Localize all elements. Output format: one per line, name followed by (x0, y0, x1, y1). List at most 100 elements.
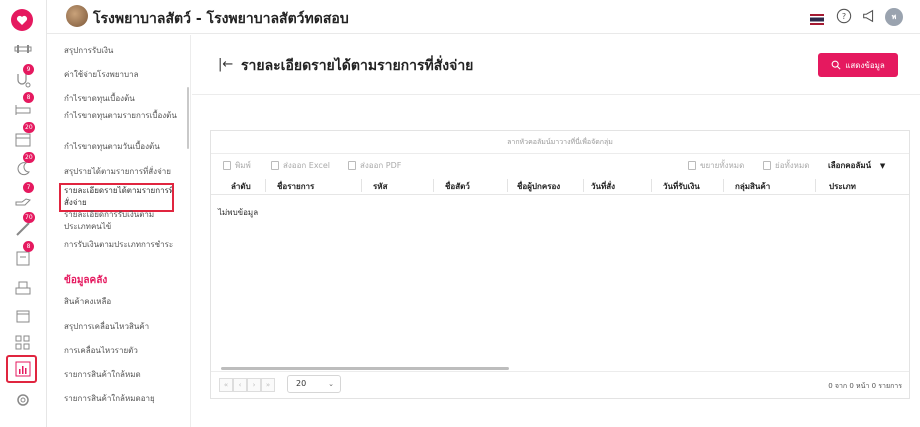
grid-header-row: ลำดับ ชื่อรายการ รหัส ชื่อสัตว์ ชื่อผู้ป… (211, 176, 909, 195)
subnav-item[interactable]: สรุปการรับเงิน (64, 45, 179, 57)
print-button[interactable]: พิมพ์ (223, 159, 251, 172)
page-size-select[interactable]: 20 ⌄ (287, 375, 341, 393)
user-avatar[interactable]: พ (885, 8, 903, 26)
thai-flag-icon[interactable] (810, 10, 824, 25)
column-header[interactable]: ชื่อสัตว์ (445, 180, 470, 193)
bed-icon[interactable]: 8 (12, 92, 34, 120)
column-separator[interactable] (507, 179, 508, 192)
column-header[interactable]: รหัส (373, 180, 387, 193)
help-icon[interactable]: ? (835, 7, 853, 25)
caret-down-icon: ▼ (879, 162, 886, 170)
grid-toolbar: พิมพ์ ส่งออก Excel ส่งออก PDF ขยายทั้งหม… (211, 154, 909, 176)
box-icon[interactable] (12, 304, 34, 326)
column-header[interactable]: ลำดับ (231, 180, 251, 193)
expand-all-label: ขยายทั้งหมด (700, 161, 745, 170)
column-separator[interactable] (265, 179, 266, 192)
collapse-all-button[interactable]: ย่อทั้งหมด (763, 159, 809, 172)
megaphone-icon[interactable] (860, 7, 878, 25)
export-excel-label: ส่งออก Excel (283, 161, 330, 170)
hand-icon[interactable]: 7 (12, 182, 34, 210)
syringe-icon[interactable]: 70 (12, 212, 35, 240)
gear-icon[interactable] (12, 389, 34, 411)
export-pdf-button[interactable]: ส่งออก PDF (348, 159, 401, 172)
subnav-item[interactable]: การเคลื่อนไหวรายตัว (64, 345, 179, 357)
badge: 20 (23, 152, 35, 163)
subnav-item[interactable]: สรุปการเคลื่อนไหวสินค้า (64, 321, 179, 333)
calendar-icon[interactable]: 20 (12, 122, 35, 150)
icon-rail: 9 8 20 20 7 70 8 (0, 0, 47, 427)
column-header[interactable]: ชื่อรายการ (277, 180, 314, 193)
subnav-item[interactable]: การรับเงินตามประเภทการชำระ (64, 239, 179, 251)
subnav-item[interactable]: สรุปรายได้ตามรายการที่สั่งจ่าย (64, 166, 179, 178)
show-data-button[interactable]: แสดงข้อมูล (818, 53, 898, 77)
column-header[interactable]: ประเภท (829, 180, 856, 193)
subnav-item[interactable]: รายการสินค้าใกล้หมดอายุ (64, 393, 179, 405)
subnav-item[interactable]: กำไรขาดทุนตามรายการเบื้องต้น (64, 110, 179, 122)
pos-icon[interactable] (12, 277, 34, 299)
last-page-button[interactable]: » (261, 378, 275, 392)
subnav-scrollbar[interactable] (187, 87, 189, 149)
app-logo-icon[interactable] (11, 9, 33, 31)
column-separator[interactable] (433, 179, 434, 192)
next-page-button[interactable]: › (247, 378, 261, 392)
cash-register-icon[interactable]: 8 (12, 241, 34, 269)
bar-chart-icon[interactable] (12, 358, 34, 380)
column-header[interactable]: กลุ่มสินค้า (735, 180, 770, 193)
dumbbell-icon[interactable] (12, 38, 34, 60)
column-separator[interactable] (815, 179, 816, 192)
export-pdf-label: ส่งออก PDF (360, 161, 402, 170)
horizontal-scrollbar[interactable] (221, 367, 509, 370)
badge: 9 (23, 64, 34, 75)
divider (192, 94, 920, 95)
page-info: 0 จาก 0 หน้า 0 รายการ (828, 382, 902, 390)
badge: 7 (23, 182, 34, 193)
choose-columns-label: เลือกคอลัมน์ (828, 161, 872, 170)
badge: 70 (23, 212, 35, 223)
badge: 8 (23, 92, 34, 103)
column-separator[interactable] (723, 179, 724, 192)
subnav-item[interactable]: รายการสินค้าใกล้หมด (64, 369, 179, 381)
subnav-item[interactable]: กำไรขาดทุนเบื้องต้น (64, 93, 179, 105)
first-page-button[interactable]: « (219, 378, 233, 392)
chevron-down-icon: ⌄ (328, 380, 334, 388)
section-heading: ข้อมูลคลัง (64, 275, 108, 286)
back-arrow-icon[interactable]: |← (218, 57, 233, 72)
top-bar: โรงพยาบาลสัตว์ - โรงพยาบาลสัตว์ทดสอบ ? พ (47, 0, 920, 34)
column-separator[interactable] (651, 179, 652, 192)
group-panel[interactable]: ลากหัวคอลัมน์มาวางที่นี่เพื่อจัดกลุ่ม (211, 131, 909, 154)
collapse-icon (763, 161, 771, 170)
prev-page-button[interactable]: ‹ (233, 378, 247, 392)
main-content: |← รายละเอียดรายได้ตามรายการที่สั่งจ่าย … (192, 35, 920, 427)
print-label: พิมพ์ (235, 161, 251, 170)
pdf-icon (348, 161, 356, 170)
column-header[interactable]: วันที่รับเงิน (663, 180, 700, 193)
grid-apps-icon[interactable] (12, 332, 34, 354)
pager: « ‹ › » 20 ⌄ 0 จาก 0 หน้า 0 รายการ (211, 371, 909, 399)
column-separator[interactable] (583, 179, 584, 192)
hospital-avatar (66, 5, 88, 27)
subnav-item[interactable]: กำไรขาดทุนตามวันเบื้องต้น (64, 141, 179, 153)
badge: 8 (23, 241, 34, 252)
subnav-item[interactable]: ค่าใช้จ่ายโรงพยาบาล (64, 69, 179, 81)
page-size-value: 20 (296, 379, 307, 388)
app-title: โรงพยาบาลสัตว์ - โรงพยาบาลสัตว์ทดสอบ (93, 11, 349, 27)
excel-icon (271, 161, 279, 170)
column-header[interactable]: ชื่อผู้ปกครอง (517, 180, 560, 193)
collapse-all-label: ย่อทั้งหมด (775, 161, 810, 170)
search-icon (831, 60, 841, 70)
stethoscope-icon[interactable]: 9 (12, 64, 34, 92)
printer-icon (223, 161, 231, 170)
column-header[interactable]: วันที่สั่ง (591, 180, 615, 193)
moon-icon[interactable]: 20 (12, 152, 35, 180)
active-item-highlight (59, 183, 174, 212)
subnav-item[interactable]: สินค้าคงเหลือ (64, 296, 179, 308)
show-data-label: แสดงข้อมูล (845, 60, 885, 70)
expand-all-button[interactable]: ขยายทั้งหมด (688, 159, 744, 172)
choose-columns-dropdown[interactable]: เลือกคอลัมน์ ▼ (828, 159, 885, 172)
column-separator[interactable] (361, 179, 362, 192)
svg-text:?: ? (842, 12, 846, 21)
subnav-item[interactable]: รายละเอียดการรับเงินตามประเภทคนไข้ (64, 209, 179, 233)
badge: 20 (23, 122, 35, 133)
empty-message: ไม่พบข้อมูล (218, 208, 259, 217)
export-excel-button[interactable]: ส่งออก Excel (271, 159, 330, 172)
